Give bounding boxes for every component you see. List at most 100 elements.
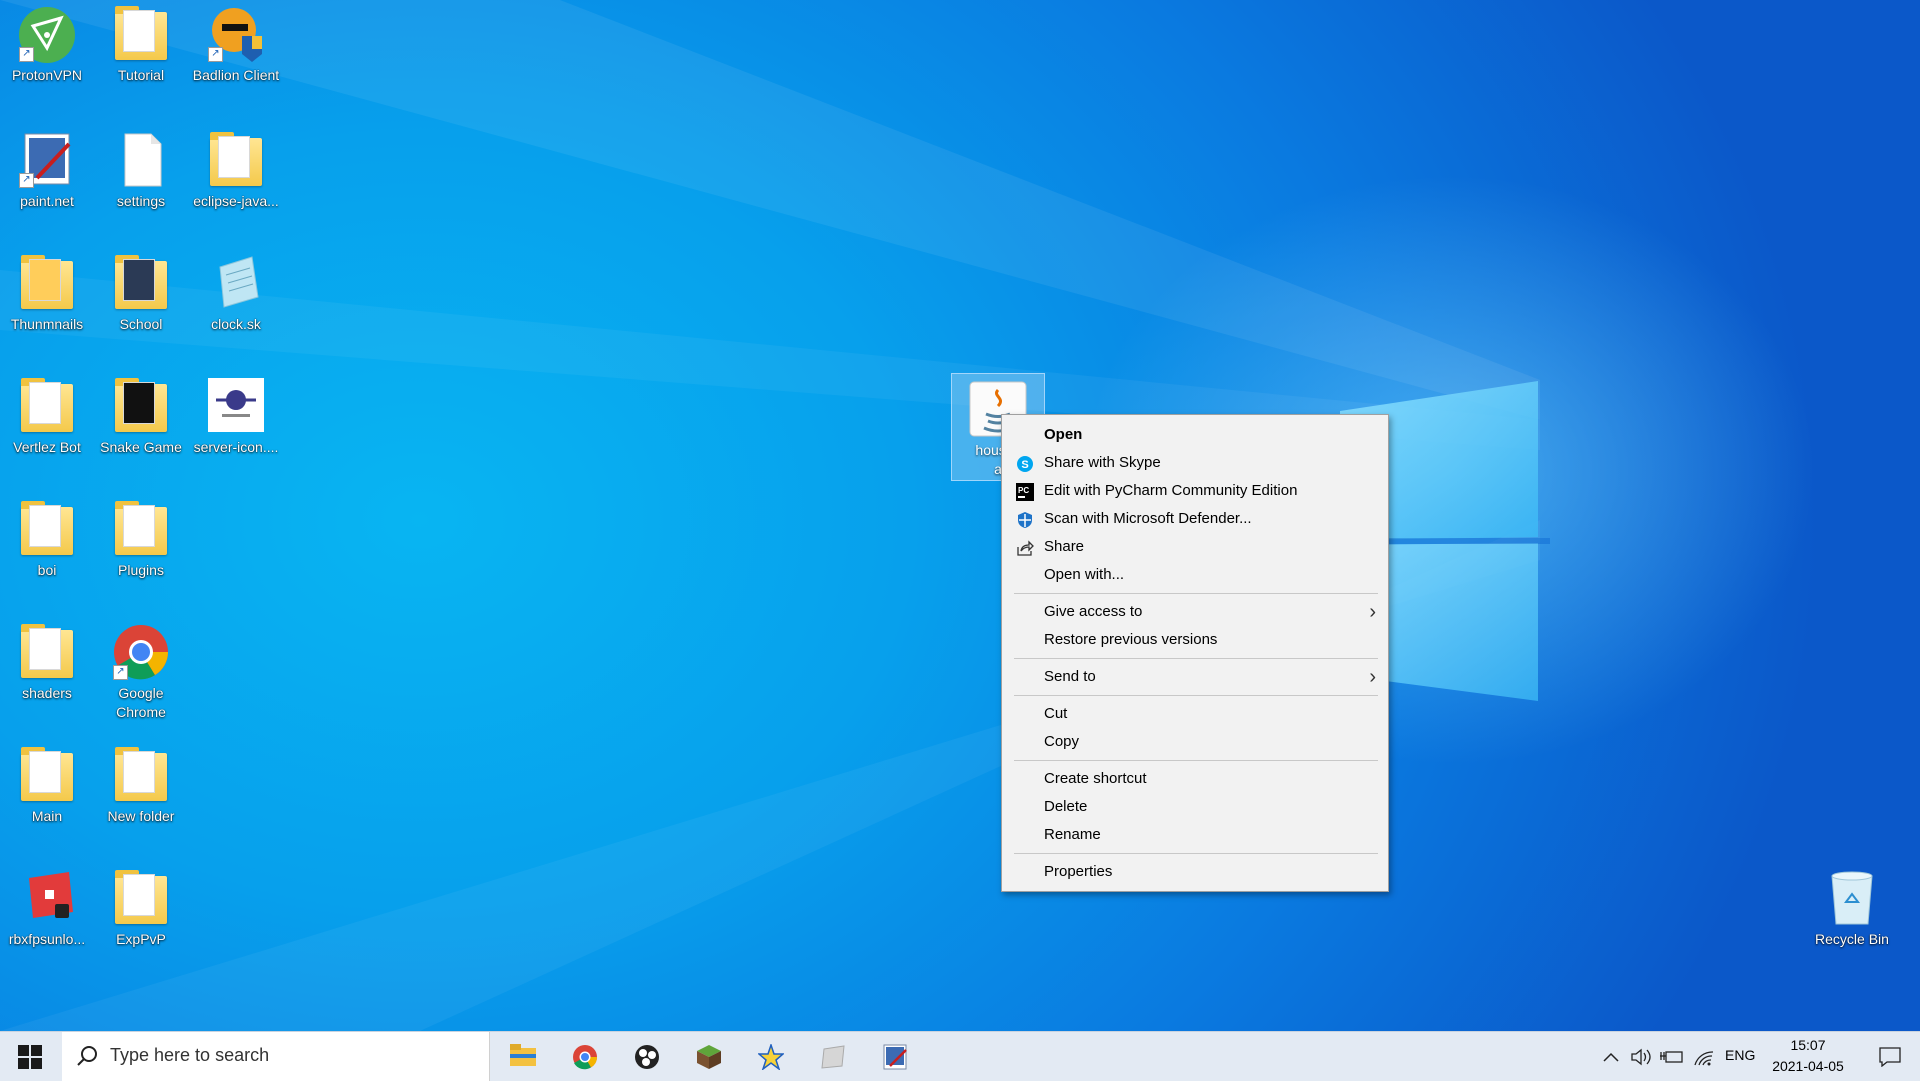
- desktop-icon-snake-game[interactable]: Snake Game: [95, 376, 187, 457]
- desktop-icon-label: Snake Game: [100, 439, 182, 455]
- starred-app-icon: [758, 1044, 784, 1070]
- show-hidden-icons-button[interactable]: [1598, 1032, 1624, 1081]
- desktop-icon-label: Main: [31, 808, 63, 824]
- chevron-up-icon: [1603, 1052, 1619, 1062]
- roblox-icon: [29, 872, 73, 918]
- menu-item-share[interactable]: Share: [1004, 533, 1386, 561]
- taskbar-app-obs[interactable]: [617, 1032, 677, 1081]
- desktop[interactable]: ↗ ProtonVPN Thunmnails ↗ paint.net Vertl…: [0, 0, 1920, 1031]
- recycle-bin-icon: [1831, 871, 1873, 925]
- desktop-icon-school[interactable]: School: [95, 253, 187, 334]
- taskbar-app-starred[interactable]: [741, 1032, 801, 1081]
- context-menu: Open S Share with Skype PC Edit with PyC…: [1001, 414, 1389, 892]
- menu-item-label: Restore previous versions: [1044, 631, 1218, 648]
- desktop-icon-boi[interactable]: boi: [1, 499, 93, 580]
- search-placeholder: Type here to search: [110, 1045, 270, 1065]
- clock-button[interactable]: 15:07 2021-04-05: [1766, 1032, 1850, 1081]
- menu-item-label: Delete: [1044, 798, 1088, 815]
- wifi-icon: [1694, 1051, 1714, 1066]
- desktop-icon-label: settings: [116, 193, 166, 209]
- menu-item-share-with-skype[interactable]: S Share with Skype: [1004, 449, 1386, 477]
- paintnet-icon: [883, 1044, 907, 1070]
- menu-item-label: Create shortcut: [1044, 770, 1147, 787]
- taskbar-search-box[interactable]: Type here to search: [62, 1032, 490, 1081]
- desktop-icon-server-icon[interactable]: server-icon....: [190, 376, 282, 457]
- chrome-icon: [573, 1045, 597, 1070]
- desktop-icon-eclipse-java[interactable]: eclipse-java...: [190, 130, 282, 211]
- taskbar-app-file-explorer[interactable]: [493, 1032, 553, 1081]
- share-icon: [1017, 540, 1034, 556]
- menu-item-label: Copy: [1044, 733, 1080, 750]
- menu-item-open-with[interactable]: Open with...: [1004, 561, 1386, 589]
- folder-icon: [115, 6, 167, 60]
- menu-item-label: Properties: [1044, 863, 1113, 880]
- menu-separator: [1014, 593, 1378, 594]
- desktop-icon-main[interactable]: Main: [1, 745, 93, 826]
- desktop-icon-label: eclipse-java...: [193, 193, 279, 209]
- desktop-icon-label: boi: [37, 562, 57, 578]
- menu-item-send-to[interactable]: Send to ›: [1004, 663, 1386, 691]
- folder-icon: [115, 747, 167, 801]
- desktop-icon-paintnet[interactable]: ↗ paint.net: [1, 130, 93, 211]
- taskbar-app-minecraft[interactable]: [679, 1032, 739, 1081]
- menu-item-rename[interactable]: Rename: [1004, 821, 1386, 849]
- desktop-icon-vertlez-bot[interactable]: Vertlez Bot: [1, 376, 93, 457]
- menu-item-copy[interactable]: Copy: [1004, 728, 1386, 756]
- menu-item-delete[interactable]: Delete: [1004, 793, 1386, 821]
- input-language: ENG: [1725, 1047, 1756, 1063]
- action-center-button[interactable]: [1860, 1032, 1920, 1081]
- input-language-button[interactable]: ENG: [1722, 1032, 1762, 1081]
- menu-item-create-shortcut[interactable]: Create shortcut: [1004, 765, 1386, 793]
- battery-button[interactable]: [1658, 1032, 1686, 1081]
- taskbar-app-chrome[interactable]: [555, 1032, 615, 1081]
- battery-charging-icon: [1660, 1051, 1683, 1063]
- menu-item-restore-previous-versions[interactable]: Restore previous versions: [1004, 626, 1386, 654]
- folder-icon: [115, 870, 167, 924]
- menu-item-give-access-to[interactable]: Give access to ›: [1004, 598, 1386, 626]
- desktop-icon-new-folder[interactable]: New folder: [95, 745, 187, 826]
- defender-icon: [1018, 512, 1032, 528]
- desktop-icon-protonvpn[interactable]: ↗ ProtonVPN: [1, 4, 93, 85]
- menu-item-properties[interactable]: Properties: [1004, 858, 1386, 886]
- desktop-icon-settings[interactable]: settings: [95, 130, 187, 211]
- desktop-icon-plugins[interactable]: Plugins: [95, 499, 187, 580]
- clock-time: 15:07: [1790, 1037, 1826, 1053]
- network-button[interactable]: [1690, 1032, 1718, 1081]
- desktop-icon-label: Google Chrome: [116, 685, 166, 720]
- menu-item-label: Edit with PyCharm Community Edition: [1044, 482, 1298, 499]
- desktop-icon-clock-sk[interactable]: clock.sk: [190, 253, 282, 334]
- minecraft-icon: [697, 1045, 721, 1069]
- menu-separator: [1014, 658, 1378, 659]
- pycharm-icon: PC: [1016, 483, 1034, 501]
- desktop-icon-badlion-client[interactable]: ↗ Badlion Client: [190, 4, 282, 85]
- start-button[interactable]: [0, 1032, 60, 1081]
- menu-item-label: Share with Skype: [1044, 454, 1161, 471]
- taskbar-app-paintnet[interactable]: [865, 1032, 925, 1081]
- desktop-icon-shaders[interactable]: shaders: [1, 622, 93, 703]
- desktop-icon-recycle-bin[interactable]: Recycle Bin: [1806, 868, 1898, 949]
- desktop-icon-label: shaders: [22, 685, 72, 701]
- obs-icon: [635, 1045, 659, 1069]
- menu-item-edit-with-pycharm[interactable]: PC Edit with PyCharm Community Edition: [1004, 477, 1386, 505]
- file-icon: [124, 133, 162, 187]
- desktop-icon-label: School: [119, 316, 163, 332]
- menu-item-scan-with-defender[interactable]: Scan with Microsoft Defender...: [1004, 505, 1386, 533]
- skype-icon: S: [1017, 456, 1033, 472]
- menu-item-cut[interactable]: Cut: [1004, 700, 1386, 728]
- desktop-icon-label: Recycle Bin: [1815, 931, 1889, 947]
- volume-button[interactable]: [1628, 1032, 1654, 1081]
- folder-icon: [21, 624, 73, 678]
- folder-icon: [115, 501, 167, 555]
- shortcut-arrow-icon: ↗: [19, 173, 34, 188]
- desktop-icon-thumbnails[interactable]: Thunmnails: [1, 253, 93, 334]
- svg-text:PC: PC: [1018, 486, 1029, 495]
- notification-icon: [1879, 1047, 1901, 1067]
- desktop-icon-label: Badlion Client: [192, 67, 280, 83]
- menu-item-open[interactable]: Open: [1004, 421, 1386, 449]
- taskbar-app-roblox-studio[interactable]: [803, 1032, 863, 1081]
- desktop-icon-tutorial[interactable]: Tutorial: [95, 4, 187, 85]
- desktop-icon-exppvp[interactable]: ExpPvP: [95, 868, 187, 949]
- menu-item-label: Scan with Microsoft Defender...: [1044, 510, 1252, 527]
- desktop-icon-google-chrome[interactable]: ↗ Google Chrome: [95, 622, 187, 722]
- desktop-icon-rbxfpsunlocker[interactable]: rbxfpsunlo...: [1, 868, 93, 949]
